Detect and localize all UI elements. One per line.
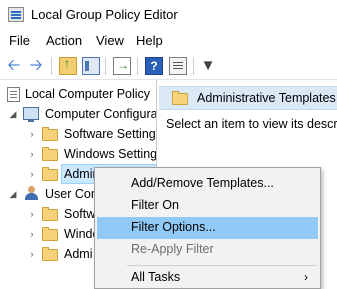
tree-item-software-settings[interactable]: › Software Settings [0, 124, 157, 144]
menu-help[interactable]: Help [136, 33, 163, 48]
context-separator [127, 265, 317, 266]
details-description: Select an item to view its description. [166, 117, 337, 131]
menu-bar: File Action View Help [0, 30, 337, 52]
context-item-filter-options[interactable]: Filter Options... [97, 217, 318, 239]
toolbar-separator [51, 57, 52, 75]
app-window: Local Group Policy Editor File Action Vi… [0, 0, 337, 289]
policy-document-icon [7, 87, 20, 102]
folder-icon [42, 167, 58, 181]
toolbar-separator [193, 57, 194, 75]
context-menu: Add/Remove Templates... Filter On Filter… [94, 167, 321, 289]
tree-item-root[interactable]: Local Computer Policy [0, 84, 156, 104]
show-hide-pane-icon[interactable] [82, 57, 100, 75]
window-title: Local Group Policy Editor [31, 7, 178, 22]
context-item-label: Filter Options... [131, 220, 216, 234]
expand-chevron-icon[interactable]: › [27, 144, 37, 164]
computer-icon [23, 107, 39, 122]
forward-arrow-icon[interactable]: 🡢 [27, 57, 45, 75]
tree-label: Local Computer Policy [25, 87, 151, 101]
details-title: Administrative Templates [197, 91, 336, 105]
tree-label: Softw [64, 207, 96, 221]
context-item-all-tasks[interactable]: All Tasks › [97, 267, 318, 289]
expand-chevron-icon[interactable]: › [27, 204, 37, 224]
tree-label: User Conf [45, 187, 102, 201]
menu-view[interactable]: View [96, 33, 124, 48]
properties-icon[interactable] [169, 57, 187, 75]
context-item-label: Filter On [131, 198, 179, 212]
folder-icon [42, 147, 58, 161]
context-item-label: All Tasks [131, 270, 181, 284]
expand-chevron-icon[interactable]: › [27, 164, 37, 184]
expand-chevron-icon[interactable]: › [27, 224, 37, 244]
toolbar-separator [105, 57, 106, 75]
context-item-reapply-filter: Re-Apply Filter [97, 239, 318, 261]
tree-item-windows-settings[interactable]: › Windows Setting [0, 144, 157, 164]
tree-label: Computer Configura [45, 107, 157, 121]
title-bar: Local Group Policy Editor [0, 0, 337, 30]
tree-item-computer-configuration[interactable]: ◢ Computer Configura [0, 104, 157, 124]
expand-chevron-icon[interactable]: › [27, 244, 37, 264]
context-item-filter-on[interactable]: Filter On [97, 195, 318, 217]
context-item-add-remove-templates[interactable]: Add/Remove Templates... [97, 173, 318, 195]
folder-icon [172, 91, 188, 105]
collapse-chevron-icon[interactable]: ◢ [8, 184, 18, 204]
user-icon [24, 186, 39, 201]
back-arrow-icon[interactable]: 🡠 [5, 57, 23, 75]
menu-action[interactable]: Action [46, 33, 82, 48]
context-item-label: Add/Remove Templates... [131, 176, 274, 190]
export-list-icon[interactable] [113, 57, 131, 75]
tree-label: Windows Setting [64, 147, 157, 161]
toolbar-separator [137, 57, 138, 75]
details-header: Administrative Templates [159, 86, 337, 110]
filter-icon[interactable]: ▼ [199, 57, 217, 75]
toolbar: 🡠 🡢 ? ▼ [0, 52, 337, 80]
tree-label: Admi [64, 247, 93, 261]
folder-icon [42, 127, 58, 141]
context-item-label: Re-Apply Filter [131, 242, 214, 256]
folder-icon [42, 247, 58, 261]
menu-file[interactable]: File [9, 33, 30, 48]
up-folder-icon[interactable] [59, 56, 77, 75]
tree-label: Software Settings [64, 127, 157, 141]
group-policy-icon [8, 7, 24, 22]
folder-icon [42, 207, 58, 221]
help-icon[interactable]: ? [145, 57, 163, 75]
expand-chevron-icon[interactable]: › [27, 124, 37, 144]
folder-icon [42, 227, 58, 241]
submenu-arrow-icon: › [304, 270, 308, 284]
collapse-chevron-icon[interactable]: ◢ [8, 104, 18, 124]
